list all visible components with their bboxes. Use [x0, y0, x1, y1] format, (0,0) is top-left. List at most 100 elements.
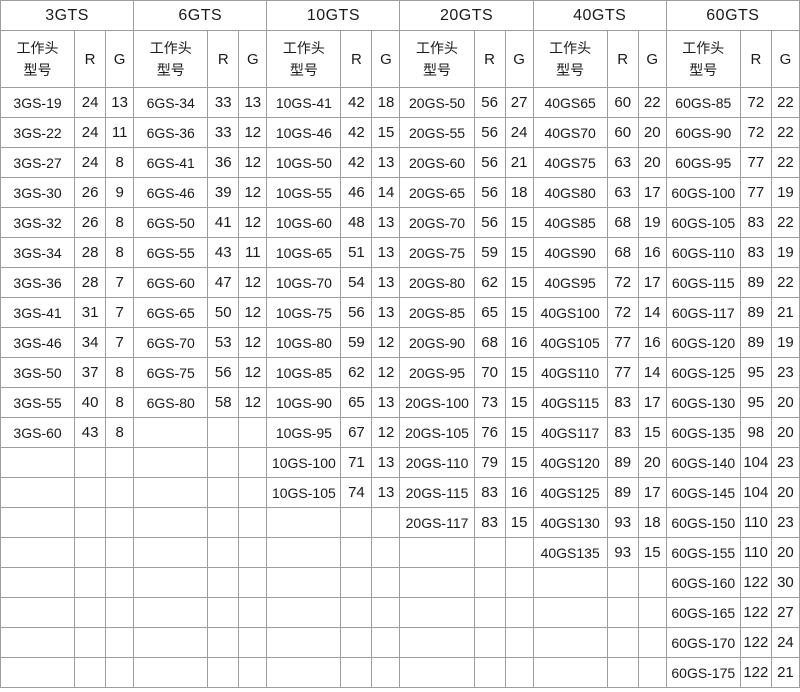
g-value-cell: 18: [505, 178, 533, 208]
g-value-cell: 7: [106, 328, 134, 358]
g-header-cell: G: [372, 31, 400, 88]
g-value-cell: 12: [239, 148, 267, 178]
g-value-cell: 17: [638, 478, 666, 508]
model-cell: 20GS-90: [400, 328, 474, 358]
empty-cell: [372, 538, 400, 568]
r-value-cell: 46: [341, 178, 372, 208]
g-value-cell: 22: [771, 88, 799, 118]
empty-cell: [239, 478, 267, 508]
table-row: 3GS-503786GS-75561210GS-85621220GS-95701…: [1, 358, 800, 388]
empty-cell: [267, 508, 341, 538]
empty-cell: [1, 628, 75, 658]
g-value-cell: 8: [106, 148, 134, 178]
empty-cell: [75, 658, 106, 688]
r-value-cell: 24: [75, 88, 106, 118]
table-row: 3GS-272486GS-41361210GS-50421320GS-60562…: [1, 148, 800, 178]
model-cell: 3GS-46: [1, 328, 75, 358]
table-row: 3GS-322686GS-50411210GS-60481320GS-70561…: [1, 208, 800, 238]
empty-cell: [75, 628, 106, 658]
empty-cell: [638, 628, 666, 658]
g-value-cell: 19: [771, 178, 799, 208]
model-cell: 10GS-80: [267, 328, 341, 358]
r-value-cell: 28: [75, 268, 106, 298]
model-cell: 20GS-50: [400, 88, 474, 118]
empty-cell: [341, 658, 372, 688]
group-header-row: 3GTS6GTS10GTS20GTS40GTS60GTS: [1, 1, 800, 31]
g-value-cell: 22: [771, 208, 799, 238]
model-header-line1: 工作头: [400, 37, 473, 59]
empty-cell: [239, 628, 267, 658]
empty-cell: [372, 508, 400, 538]
empty-cell: [1, 598, 75, 628]
model-cell: 60GS-85: [666, 88, 740, 118]
r-header-cell: R: [740, 31, 771, 88]
empty-cell: [134, 658, 208, 688]
empty-cell: [474, 568, 505, 598]
model-header-cell: 工作头型号: [134, 31, 208, 88]
g-value-cell: 13: [372, 268, 400, 298]
r-value-cell: 43: [208, 238, 239, 268]
model-cell: 3GS-27: [1, 148, 75, 178]
model-cell: 3GS-50: [1, 358, 75, 388]
r-value-cell: 72: [740, 88, 771, 118]
g-value-cell: 23: [771, 358, 799, 388]
model-cell: 6GS-55: [134, 238, 208, 268]
model-cell: 10GS-60: [267, 208, 341, 238]
r-value-cell: 56: [474, 208, 505, 238]
model-cell: 10GS-85: [267, 358, 341, 388]
r-value-cell: 33: [208, 118, 239, 148]
empty-cell: [267, 658, 341, 688]
r-value-cell: 77: [740, 148, 771, 178]
g-value-cell: 15: [638, 538, 666, 568]
empty-cell: [75, 478, 106, 508]
empty-cell: [239, 508, 267, 538]
g-value-cell: 15: [372, 118, 400, 148]
empty-cell: [106, 448, 134, 478]
empty-cell: [75, 448, 106, 478]
empty-cell: [1, 658, 75, 688]
r-value-cell: 56: [474, 88, 505, 118]
group-title: 10GTS: [267, 1, 400, 31]
g-value-cell: 24: [771, 628, 799, 658]
g-value-cell: 19: [638, 208, 666, 238]
r-value-cell: 41: [208, 208, 239, 238]
model-cell: 10GS-70: [267, 268, 341, 298]
empty-cell: [267, 538, 341, 568]
model-cell: 3GS-34: [1, 238, 75, 268]
model-cell: 20GS-117: [400, 508, 474, 538]
g-value-cell: 16: [638, 238, 666, 268]
model-header-line2: 型号: [134, 59, 207, 81]
g-value-cell: 8: [106, 238, 134, 268]
g-value-cell: 20: [638, 448, 666, 478]
empty-cell: [1, 538, 75, 568]
empty-cell: [341, 628, 372, 658]
model-cell: 10GS-65: [267, 238, 341, 268]
empty-cell: [208, 598, 239, 628]
g-value-cell: 17: [638, 268, 666, 298]
r-value-cell: 73: [474, 388, 505, 418]
model-cell: 3GS-22: [1, 118, 75, 148]
g-value-cell: 27: [771, 598, 799, 628]
r-header-cell: R: [75, 31, 106, 88]
r-value-cell: 83: [474, 478, 505, 508]
empty-cell: [400, 628, 474, 658]
model-cell: 3GS-19: [1, 88, 75, 118]
model-cell: 10GS-90: [267, 388, 341, 418]
model-cell: 3GS-30: [1, 178, 75, 208]
model-cell: 3GS-55: [1, 388, 75, 418]
empty-cell: [607, 628, 638, 658]
g-value-cell: 12: [239, 298, 267, 328]
r-value-cell: 68: [607, 238, 638, 268]
g-value-cell: 13: [372, 238, 400, 268]
model-cell: 10GS-55: [267, 178, 341, 208]
model-header-cell: 工作头型号: [666, 31, 740, 88]
g-value-cell: 7: [106, 298, 134, 328]
g-value-cell: 12: [372, 418, 400, 448]
model-cell: 60GS-115: [666, 268, 740, 298]
r-value-cell: 72: [740, 118, 771, 148]
model-cell: 60GS-95: [666, 148, 740, 178]
g-value-cell: 13: [372, 448, 400, 478]
g-value-cell: 12: [372, 358, 400, 388]
model-cell: 10GS-41: [267, 88, 341, 118]
model-cell: 6GS-34: [134, 88, 208, 118]
